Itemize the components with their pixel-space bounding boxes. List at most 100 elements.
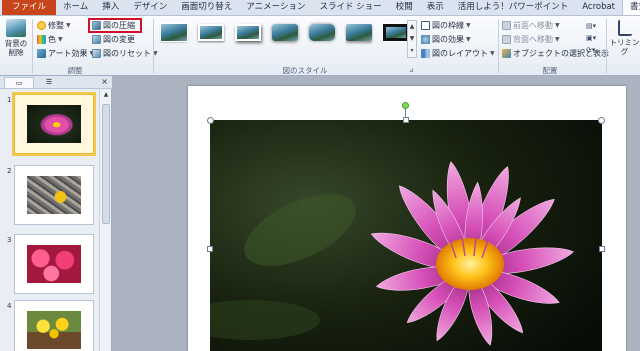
slide-number: 2	[7, 167, 12, 175]
picture-style-thumb[interactable]	[232, 21, 264, 44]
chevron-down-icon: ▼	[555, 22, 560, 29]
bring-forward-button[interactable]: 前面へ移動 ▼	[502, 20, 560, 31]
dialog-launcher-icon[interactable]: ⊿	[409, 67, 414, 74]
picture-effects-button[interactable]: 図の効果 ▼	[421, 34, 471, 45]
tab-slideshow[interactable]: スライド ショー	[312, 0, 388, 15]
reset-picture-icon	[92, 49, 101, 58]
resize-handle-left[interactable]	[207, 246, 213, 252]
group-separator	[153, 19, 154, 73]
scroll-up-icon[interactable]: ▲	[100, 90, 112, 100]
picture-effects-icon	[421, 35, 430, 44]
slide-image	[27, 176, 81, 214]
picture-effects-label: 図の効果	[432, 35, 464, 44]
remove-background-label-1: 背景の	[4, 39, 28, 48]
gallery-scroll[interactable]: ▲ ▼ ▾	[407, 20, 417, 58]
crop-button[interactable]: トリミング	[609, 20, 640, 56]
slide-number: 1	[7, 96, 12, 104]
picture-layout-label: 図のレイアウト	[432, 49, 488, 58]
remove-background-icon	[6, 19, 26, 37]
picture-style-thumb[interactable]	[269, 21, 301, 44]
resize-handle-right[interactable]	[599, 246, 605, 252]
tab-file[interactable]: ファイル	[2, 0, 57, 15]
send-backward-icon	[502, 35, 511, 44]
tab-home[interactable]: ホーム	[56, 0, 95, 15]
picture-layout-button[interactable]: 図のレイアウト ▼	[421, 48, 495, 59]
tab-acrobat[interactable]: Acrobat	[575, 0, 622, 15]
change-picture-button[interactable]: 図の変更	[92, 34, 135, 45]
picture-style-thumb[interactable]	[343, 21, 375, 44]
adjust-group-label: 調整	[67, 66, 83, 75]
corrections-button[interactable]: 修整 ▼	[37, 20, 71, 31]
tab-animations[interactable]: アニメーション	[239, 0, 312, 15]
rotation-handle[interactable]	[402, 102, 409, 109]
artistic-effects-icon	[37, 49, 46, 58]
chevron-down-icon: ▼	[66, 22, 71, 29]
picture-style-thumb[interactable]	[306, 21, 338, 44]
picture-style-thumb[interactable]	[195, 21, 227, 44]
send-backward-button[interactable]: 背面へ移動 ▼	[502, 34, 560, 45]
scroll-thumb[interactable]	[102, 104, 110, 224]
slide-number: 4	[7, 302, 12, 310]
crop-icon	[617, 20, 632, 36]
picture-styles-group-label: 図のスタイル	[282, 66, 328, 75]
corrections-label: 修整	[48, 21, 64, 30]
slide-number: 3	[7, 236, 12, 244]
crop-label: トリミング	[609, 38, 640, 56]
artistic-effects-button[interactable]: アート効果 ▼	[37, 48, 94, 59]
chevron-down-icon: ▼	[58, 36, 63, 43]
bring-forward-icon	[502, 21, 511, 30]
sun-icon	[37, 21, 46, 30]
slide-canvas	[188, 86, 626, 351]
selection-pane-icon	[502, 49, 511, 58]
picture-layout-icon	[421, 49, 430, 58]
resize-handle-top-right[interactable]	[598, 117, 605, 124]
panel-scrollbar[interactable]: ▲	[99, 90, 111, 351]
color-label: 色	[48, 35, 56, 44]
tab-outline[interactable]: ☰	[36, 77, 62, 88]
tab-design[interactable]: デザイン	[126, 0, 174, 15]
tab-review[interactable]: 校閲	[389, 0, 420, 15]
slide-editor	[113, 76, 640, 351]
close-icon[interactable]: ×	[101, 77, 108, 86]
send-backward-label: 背面へ移動	[513, 35, 553, 44]
color-button[interactable]: 色 ▼	[37, 34, 63, 45]
ribbon-tab-bar: ファイル ホーム 挿入 デザイン 画面切り替え アニメーション スライド ショー…	[0, 0, 640, 16]
change-picture-icon	[92, 35, 101, 44]
chevron-down-icon: ▼	[490, 50, 495, 57]
picture-style-thumb[interactable]	[158, 21, 190, 44]
tab-slides-thumbnails[interactable]: ▭	[4, 77, 34, 88]
slide-image	[27, 105, 81, 143]
change-picture-label: 図の変更	[103, 35, 135, 44]
compress-label: 図の圧縮	[103, 21, 135, 30]
remove-background-button[interactable]: 背景の 削除	[2, 19, 30, 57]
water-lily-picture[interactable]	[210, 120, 602, 351]
compress-pictures-button[interactable]: 図の圧縮	[92, 20, 135, 31]
group-separator	[498, 19, 499, 73]
chevron-down-icon: ▼	[466, 36, 471, 43]
slide-thumbnail[interactable]	[14, 300, 94, 351]
resize-handle-top[interactable]	[403, 117, 409, 123]
tab-transitions[interactable]: 画面切り替え	[174, 0, 239, 15]
panel-tabs: ▭ ☰ ×	[0, 76, 112, 89]
picture-border-label: 図の枠線	[432, 21, 464, 30]
align-buttons[interactable]: ▤▾ ▣▾ ⟳▾	[586, 20, 602, 58]
picture-border-button[interactable]: 図の枠線 ▼	[421, 20, 471, 31]
compress-icon	[92, 21, 101, 30]
group-separator	[606, 19, 607, 73]
tab-katsuyou[interactable]: 活用しよう！パワーポイント	[451, 0, 576, 15]
slides-panel: ▭ ☰ × 1 2 3 4 ▲	[0, 76, 112, 351]
slide-thumbnail[interactable]	[14, 234, 94, 294]
tab-view[interactable]: 表示	[420, 0, 451, 15]
reset-picture-label: 図のリセット	[103, 49, 151, 58]
tab-format[interactable]: 書式	[622, 0, 640, 15]
water-lily-image	[210, 120, 602, 351]
group-separator	[32, 19, 33, 73]
arrange-group-label: 配置	[542, 66, 558, 75]
reset-picture-button[interactable]: 図のリセット ▼	[92, 48, 158, 59]
resize-handle-top-left[interactable]	[207, 117, 214, 124]
tab-insert[interactable]: 挿入	[95, 0, 126, 15]
slide-thumbnail[interactable]	[12, 92, 96, 156]
chevron-down-icon: ▼	[555, 36, 560, 43]
artistic-effects-label: アート効果	[48, 49, 88, 58]
slide-thumbnail[interactable]	[14, 165, 94, 225]
